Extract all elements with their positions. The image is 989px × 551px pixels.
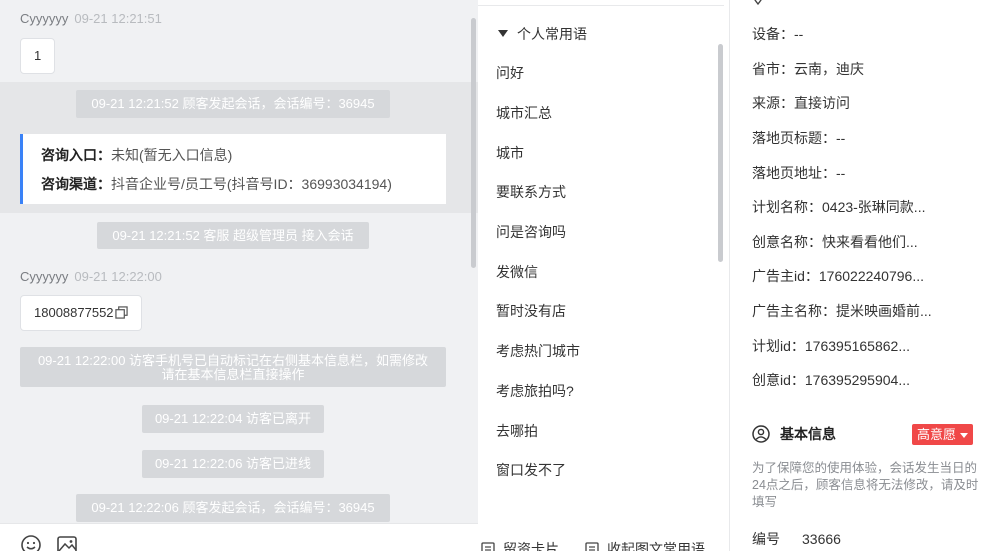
channel-row: 咨询渠道：抖音企业号/员工号(抖音号ID：36993034194) <box>41 173 446 202</box>
phrase-item[interactable]: 问好 <box>496 63 524 83</box>
phrase-item[interactable]: 问是咨询吗 <box>496 222 566 242</box>
message-bubble: 18008877552 <box>20 295 142 331</box>
message-sender-line: Cyyyyyy 09-21 12:21:51 <box>20 11 162 26</box>
entry-value: 未知(暂无入口信息) <box>111 147 233 163</box>
basic-info-title: 基本信息 <box>780 426 836 442</box>
common-phrases-panel: 个人常用语 问好 城市汇总 城市 要联系方式 问是咨询吗 发微信 暂时没有店 考… <box>478 0 730 551</box>
emoji-icon[interactable] <box>20 534 42 551</box>
copy-icon[interactable] <box>114 306 128 319</box>
message-time: 09-21 12:22:00 <box>74 269 162 284</box>
visitor-info-panel: 设备：-- 省市：云南，迪庆 来源：直接访问 落地页标题：-- 落地页地址：--… <box>731 0 989 551</box>
lead-card-button[interactable]: 留资卡片 <box>481 539 559 551</box>
phrase-item[interactable]: 城市汇总 <box>496 103 552 123</box>
phrase-item[interactable]: 要联系方式 <box>496 182 566 202</box>
visitor-id-value: 33666 <box>802 531 841 547</box>
sender-name: Cyyyyyy <box>20 269 69 284</box>
info-row-advertiser-id: 广告主id：176022240796... <box>752 268 924 284</box>
system-message-text: 09-21 12:21:52 顾客发起会话，会话编号：36945 <box>91 96 375 111</box>
location-pin-icon <box>754 0 762 5</box>
phrase-item[interactable]: 城市 <box>496 143 524 163</box>
sender-name: Cyyyyyy <box>20 11 69 26</box>
info-row-plan-id: 计划id：176395165862... <box>752 338 910 354</box>
system-message-text: 09-21 12:22:04 访客已离开 <box>154 411 312 426</box>
visitor-id-row: 编号 33666 <box>752 529 841 549</box>
info-row-creative-id: 创意id：176395295904... <box>752 372 910 388</box>
phrase-item[interactable]: 窗口发不了 <box>496 460 566 480</box>
system-message-text: 09-21 12:21:52 客服 超级管理员 接入会话 <box>112 228 354 243</box>
message-time: 09-21 12:21:51 <box>74 11 162 26</box>
chat-scrollbar[interactable] <box>471 18 476 268</box>
phrase-item[interactable]: 去哪拍 <box>496 421 538 441</box>
message-sender-line: Cyyyyyy 09-21 12:22:00 <box>20 269 162 284</box>
phrase-item[interactable]: 考虑旅拍吗? <box>496 381 574 401</box>
caret-down-icon <box>498 30 508 37</box>
message-text: 18008877552 <box>34 305 114 320</box>
chat-message-list[interactable]: Cyyyyyy 09-21 12:21:51 1 09-21 12:21:52 顾… <box>0 0 478 523</box>
phrases-footer: 留资卡片 收起图文常用语 <box>478 536 730 551</box>
system-message-text: 请在基本信息栏直接操作 <box>161 367 305 382</box>
chat-panel: Cyyyyyy 09-21 12:21:51 1 09-21 12:21:52 顾… <box>0 0 478 551</box>
document-icon <box>585 542 599 551</box>
collapse-phrases-button[interactable]: 收起图文常用语 <box>585 539 705 551</box>
chat-input-toolbar <box>0 523 478 551</box>
entry-info-card: 咨询入口：未知(暂无入口信息) 咨询渠道：抖音企业号/员工号(抖音号ID：369… <box>20 134 446 204</box>
entry-row: 咨询入口：未知(暂无入口信息) <box>41 144 446 173</box>
intent-level-label: 高意愿 <box>917 427 957 442</box>
system-message-text: 09-21 12:22:06 顾客发起会话，会话编号：36945 <box>91 500 375 515</box>
collapse-phrases-label: 收起图文常用语 <box>607 541 705 551</box>
info-row-source: 来源：直接访问 <box>752 95 850 111</box>
info-row-advertiser-name: 广告主名称：提米映画婚前... <box>752 303 932 319</box>
visitor-id-label: 编号 <box>752 531 780 547</box>
info-row-landing-url: 落地页地址：-- <box>752 165 846 181</box>
system-message-text: 09-21 12:22:00 访客手机号已自动标记在右侧基本信息栏，如需修改 <box>37 353 429 368</box>
phrase-item[interactable]: 考虑热门城市 <box>496 341 580 361</box>
entry-label: 咨询入口： <box>41 147 111 163</box>
message-bubble: 1 <box>20 38 56 74</box>
info-row-device: 设备：-- <box>752 26 804 42</box>
lead-card-label: 留资卡片 <box>503 541 559 551</box>
phrase-item[interactable]: 发微信 <box>496 262 538 282</box>
system-message: 09-21 12:22:06 访客已进线 <box>142 450 324 478</box>
system-message-text: 09-21 12:22:06 访客已进线 <box>154 456 312 471</box>
system-message: 09-21 12:22:06 顾客发起会话，会话编号：36945 <box>76 494 390 522</box>
system-message: 09-21 12:21:52 客服 超级管理员 接入会话 <box>97 222 369 249</box>
edit-notice: 为了保障您的使用体验，会话发生当日的24点之后，顾客信息将无法修改，请及时填写 <box>752 461 979 509</box>
intent-level-dropdown[interactable]: 高意愿 <box>912 424 974 445</box>
image-icon[interactable] <box>56 534 78 551</box>
system-message: 09-21 12:22:04 访客已离开 <box>142 405 324 433</box>
system-message: 09-21 12:22:00 访客手机号已自动标记在右侧基本信息栏，如需修改 请… <box>20 347 446 387</box>
caret-down-icon <box>960 433 969 438</box>
divider <box>478 5 724 6</box>
channel-label: 咨询渠道： <box>41 176 111 192</box>
user-circle-icon <box>752 425 770 443</box>
info-row-province: 省市：云南，迪庆 <box>752 61 864 77</box>
phrase-group-header[interactable]: 个人常用语 <box>498 24 587 44</box>
phrase-group-title: 个人常用语 <box>517 26 587 42</box>
card-icon <box>481 542 495 551</box>
phrase-item[interactable]: 暂时没有店 <box>496 301 566 321</box>
info-row-landing-title: 落地页标题：-- <box>752 130 846 146</box>
phrases-scrollbar[interactable] <box>718 44 723 262</box>
info-row-plan-name: 计划名称：0423-张琳同款... <box>752 199 926 215</box>
system-message: 09-21 12:21:52 顾客发起会话，会话编号：36945 <box>76 90 390 118</box>
message-text: 1 <box>34 48 42 63</box>
channel-value: 抖音企业号/员工号(抖音号ID：36993034194) <box>111 176 392 192</box>
info-row-creative-name: 创意名称：快来看看他们... <box>752 234 918 250</box>
